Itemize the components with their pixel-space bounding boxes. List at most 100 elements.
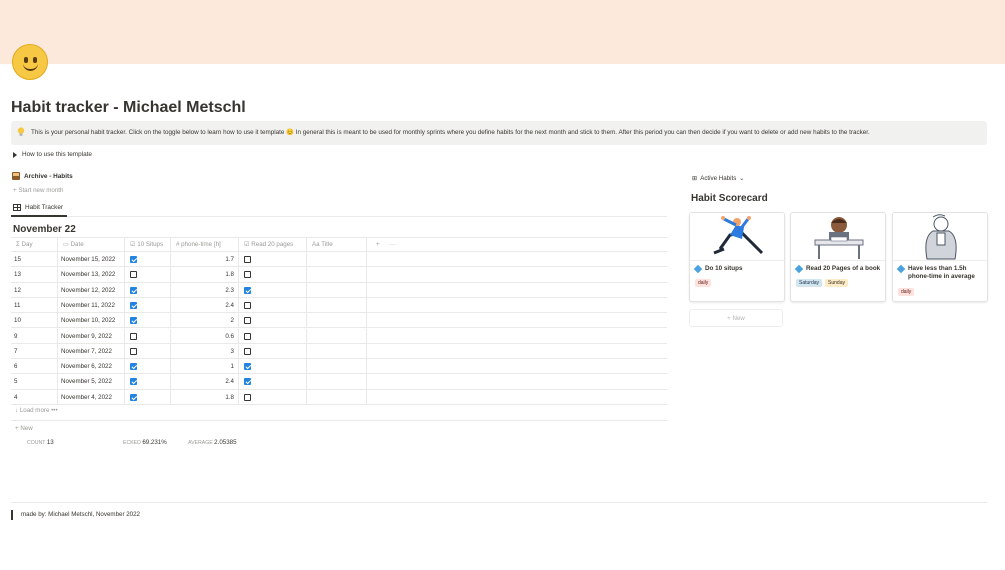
column-header-day[interactable]: Σ Day xyxy=(11,238,58,252)
situps-checkbox[interactable] xyxy=(130,378,137,386)
situps-checkbox[interactable] xyxy=(130,301,137,309)
cell-read[interactable] xyxy=(239,267,307,283)
cell-date[interactable]: November 11, 2022 xyxy=(58,297,125,313)
cell-title[interactable] xyxy=(307,282,367,298)
tab-habit-tracker[interactable]: Habit Tracker xyxy=(13,204,63,211)
habit-card[interactable]: Read 20 Pages of a book Saturday Sunday xyxy=(790,212,886,302)
column-header-date[interactable]: ▭ Date xyxy=(58,238,125,252)
cell-situps[interactable] xyxy=(125,282,171,298)
cell-read[interactable] xyxy=(239,297,307,313)
cell-day[interactable]: 10 xyxy=(11,313,58,329)
cell-title[interactable] xyxy=(307,389,367,405)
cell-title[interactable] xyxy=(307,343,367,359)
cell-day[interactable]: 7 xyxy=(11,343,58,359)
calc-average[interactable]: AVERAGE 2.05385 xyxy=(188,439,237,446)
habit-card[interactable]: Have less than 1.5h phone-time in averag… xyxy=(892,212,988,302)
cell-day[interactable]: 9 xyxy=(11,328,58,344)
cell-phone-time[interactable]: 1.8 xyxy=(171,267,239,283)
cell-situps[interactable] xyxy=(125,297,171,313)
cell-date[interactable]: November 10, 2022 xyxy=(58,313,125,329)
read-checkbox[interactable] xyxy=(244,378,251,386)
cell-date[interactable]: November 12, 2022 xyxy=(58,282,125,298)
cell-phone-time[interactable]: 2.4 xyxy=(171,297,239,313)
cell-phone-time[interactable]: 3 xyxy=(171,343,239,359)
read-checkbox[interactable] xyxy=(244,271,251,279)
table-row[interactable]: 9 November 9, 2022 0.6 xyxy=(11,328,667,344)
page-title[interactable]: Habit tracker - Michael Metschl xyxy=(11,99,246,117)
column-header-read[interactable]: ☑ Read 20 pages xyxy=(239,238,307,252)
cell-day[interactable]: 6 xyxy=(11,359,58,375)
archive-link[interactable]: Archive - Habits xyxy=(12,172,73,180)
new-row-button[interactable]: + New xyxy=(11,420,667,435)
add-column-button[interactable]: + xyxy=(371,238,380,252)
table-row[interactable]: 5 November 5, 2022 2.4 xyxy=(11,374,667,390)
habit-card[interactable]: Do 10 situps daily xyxy=(689,212,785,302)
read-checkbox[interactable] xyxy=(244,347,251,355)
situps-checkbox[interactable] xyxy=(130,332,137,340)
cell-title[interactable] xyxy=(307,359,367,375)
cell-situps[interactable] xyxy=(125,252,171,267)
situps-checkbox[interactable] xyxy=(130,393,137,401)
cell-read[interactable] xyxy=(239,389,307,405)
cell-title[interactable] xyxy=(307,313,367,329)
cell-day[interactable]: 5 xyxy=(11,374,58,390)
cell-title[interactable] xyxy=(307,297,367,313)
cell-read[interactable] xyxy=(239,313,307,329)
how-to-toggle[interactable]: How to use this template xyxy=(13,151,92,158)
cell-day[interactable]: 12 xyxy=(11,282,58,298)
table-row[interactable]: 13 November 13, 2022 1.8 xyxy=(11,267,667,283)
cell-title[interactable] xyxy=(307,328,367,344)
cell-phone-time[interactable]: 0.6 xyxy=(171,328,239,344)
table-row[interactable]: 6 November 6, 2022 1 xyxy=(11,359,667,375)
calc-count[interactable]: COUNT 13 xyxy=(27,439,54,446)
table-row[interactable]: 12 November 12, 2022 2.3 xyxy=(11,282,667,298)
cell-day[interactable]: 11 xyxy=(11,297,58,313)
more-options-button[interactable]: ··· xyxy=(384,238,395,252)
situps-checkbox[interactable] xyxy=(130,317,137,325)
read-checkbox[interactable] xyxy=(244,332,251,340)
load-more-button[interactable]: ↓ Load more ••• xyxy=(15,407,58,414)
toggle-triangle-icon[interactable] xyxy=(13,151,17,158)
cell-situps[interactable] xyxy=(125,389,171,405)
read-checkbox[interactable] xyxy=(244,256,251,263)
read-checkbox[interactable] xyxy=(244,317,251,325)
cell-date[interactable]: November 15, 2022 xyxy=(58,252,125,267)
situps-checkbox[interactable] xyxy=(130,286,137,294)
cell-phone-time[interactable]: 1 xyxy=(171,359,239,375)
cell-day[interactable]: 4 xyxy=(11,389,58,405)
calc-checked[interactable]: ECKED 69.231% xyxy=(123,439,167,446)
cell-title[interactable] xyxy=(307,267,367,283)
cell-phone-time[interactable]: 2.3 xyxy=(171,282,239,298)
cell-read[interactable] xyxy=(239,328,307,344)
situps-checkbox[interactable] xyxy=(130,347,137,355)
table-row[interactable]: 10 November 10, 2022 2 xyxy=(11,313,667,329)
read-checkbox[interactable] xyxy=(244,393,251,401)
new-card-button[interactable]: + New xyxy=(689,309,783,327)
cell-date[interactable]: November 7, 2022 xyxy=(58,343,125,359)
cell-situps[interactable] xyxy=(125,343,171,359)
situps-checkbox[interactable] xyxy=(130,363,137,371)
cell-phone-time[interactable]: 2 xyxy=(171,313,239,329)
cell-situps[interactable] xyxy=(125,267,171,283)
cell-date[interactable]: November 9, 2022 xyxy=(58,328,125,344)
cell-situps[interactable] xyxy=(125,359,171,375)
cell-situps[interactable] xyxy=(125,374,171,390)
situps-checkbox[interactable] xyxy=(130,256,137,263)
cell-situps[interactable] xyxy=(125,328,171,344)
cell-date[interactable]: November 6, 2022 xyxy=(58,359,125,375)
cell-situps[interactable] xyxy=(125,313,171,329)
cell-read[interactable] xyxy=(239,374,307,390)
cell-read[interactable] xyxy=(239,282,307,298)
cell-date[interactable]: November 5, 2022 xyxy=(58,374,125,390)
cell-phone-time[interactable]: 2.4 xyxy=(171,374,239,390)
column-header-phone-time[interactable]: # phone-time [h] xyxy=(171,238,239,252)
column-header-situps[interactable]: ☑ 10 Situps xyxy=(125,238,171,252)
cell-phone-time[interactable]: 1.7 xyxy=(171,252,239,267)
cell-day[interactable]: 13 xyxy=(11,267,58,283)
table-row[interactable]: 11 November 11, 2022 2.4 xyxy=(11,297,667,314)
cell-read[interactable] xyxy=(239,359,307,375)
smiley-face-icon[interactable] xyxy=(12,44,48,80)
cell-read[interactable] xyxy=(239,343,307,359)
table-row[interactable]: 15 November 15, 2022 1.7 xyxy=(11,252,667,268)
table-row[interactable]: 4 November 4, 2022 1.8 xyxy=(11,389,667,405)
